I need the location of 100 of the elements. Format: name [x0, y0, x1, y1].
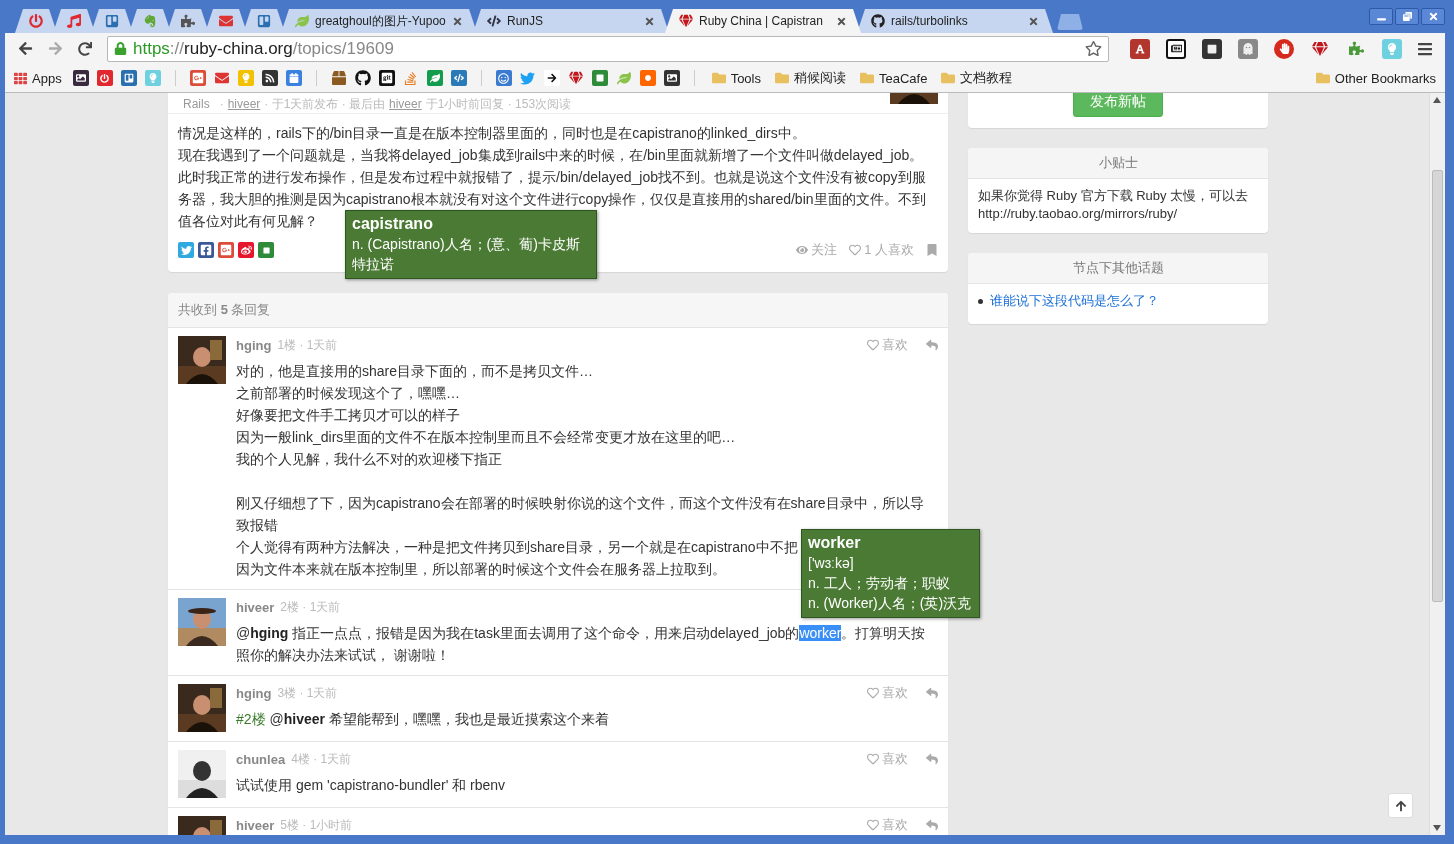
new-topic-button[interactable]: 发布新帖 — [1073, 93, 1163, 117]
like-link[interactable]: 喜欢 — [867, 336, 908, 354]
pinned-tab[interactable] — [167, 9, 209, 33]
close-icon[interactable] — [452, 15, 463, 27]
apps-bookmark[interactable]: Apps — [11, 68, 65, 88]
follow-link[interactable]: 关注 — [796, 241, 838, 259]
card-title: 节点下其他话题 — [968, 253, 1268, 284]
browser-tab[interactable]: greatghoul的图片-Yupoo — [281, 9, 477, 33]
reply-text: 我的个人见解，我什么不对的欢迎楼下指正 — [236, 450, 502, 469]
leaf-icon[interactable] — [426, 70, 443, 86]
square-icon[interactable] — [258, 242, 274, 258]
board-icon[interactable] — [120, 70, 137, 86]
close-button[interactable] — [1421, 8, 1445, 25]
board-icon — [105, 14, 119, 28]
reply-text: 之前部署的时候发现这个了，嘿嘿… — [236, 384, 460, 403]
tooltip-word: capistrano — [352, 214, 434, 234]
font-icon[interactable] — [1130, 38, 1150, 59]
gem-icon[interactable] — [567, 70, 584, 86]
author-link[interactable]: hiveer — [389, 95, 422, 113]
ghost-icon[interactable] — [1238, 38, 1258, 59]
google-plus-icon[interactable] — [189, 70, 206, 86]
folder-bookmark[interactable]: TeaCafe — [857, 68, 931, 88]
panel-icon[interactable] — [1202, 38, 1222, 59]
close-icon[interactable] — [836, 15, 847, 27]
like-link[interactable]: 喜欢 — [867, 816, 908, 834]
floor-link[interactable]: #2楼 — [236, 711, 266, 727]
rss-icon[interactable] — [261, 70, 278, 86]
post-paragraph: 值各位对此有何见解？ — [178, 212, 318, 231]
reply-icon[interactable] — [926, 819, 938, 831]
close-icon[interactable] — [1028, 15, 1039, 27]
browser-tab[interactable]: RunJS — [473, 9, 669, 33]
node-label[interactable]: Rails — [183, 95, 210, 113]
bookmark-icon[interactable] — [926, 244, 938, 256]
pinned-tab[interactable] — [243, 9, 285, 33]
reply-text: 致报错 — [236, 516, 278, 535]
weibo-icon[interactable] — [238, 242, 254, 258]
gem-icon — [679, 14, 693, 28]
tooltip-definition: n. (Capistrano)人名；(意、葡)卡皮斯特拉诺 — [352, 235, 581, 274]
scroll-top-button[interactable] — [1388, 793, 1413, 818]
close-icon[interactable] — [644, 15, 655, 27]
author-link[interactable]: hiveer — [227, 95, 261, 113]
heart-icon — [849, 244, 862, 256]
twitter-icon[interactable] — [519, 70, 536, 86]
replies-count: 共收到 5 条回复 — [168, 293, 948, 328]
box-icon[interactable] — [330, 70, 347, 86]
restore-icon — [1402, 12, 1412, 21]
code-icon[interactable] — [450, 70, 467, 86]
code-icon — [487, 14, 501, 28]
pinned-tab[interactable] — [129, 9, 171, 33]
hand-icon[interactable] — [1274, 38, 1294, 59]
minimize-button[interactable] — [1369, 8, 1393, 25]
browser-tab[interactable]: rails/turbolinks — [857, 9, 1053, 33]
reply-author[interactable]: hiveer — [236, 817, 275, 833]
pinned-tab[interactable] — [205, 9, 247, 33]
reply-info: 2楼 · 1天前 — [280, 598, 341, 616]
heart-icon — [867, 687, 879, 699]
browser-tab[interactable]: Ruby China | Capistran — [665, 9, 861, 33]
heart-icon — [867, 753, 879, 765]
git-icon[interactable] — [378, 70, 395, 86]
stack-icon[interactable] — [402, 70, 419, 86]
like-link[interactable]: 喜欢 — [867, 750, 908, 768]
star-icon[interactable] — [1085, 40, 1102, 57]
reply-text: 刚又仔细想了下，因为capistrano会在部署的时候映射你说的这个文件，而这个文件没有在share目录中，所以导 — [236, 494, 924, 513]
google-plus-icon[interactable] — [218, 242, 234, 258]
folder-bookmark[interactable]: 文档教程 — [938, 67, 1016, 89]
mail-icon[interactable] — [213, 70, 230, 86]
like-link[interactable]: 喜欢 — [867, 684, 908, 702]
lock-icon — [114, 42, 127, 55]
puzzle-icon — [181, 14, 195, 28]
folder-bookmark[interactable]: 稍候阅读 — [772, 67, 849, 89]
newspaper-icon[interactable] — [1166, 38, 1186, 59]
folder-icon — [860, 71, 874, 85]
calendar-icon[interactable] — [285, 70, 302, 86]
scrollbar[interactable] — [1429, 93, 1445, 835]
menu-icon — [1417, 40, 1433, 57]
power-icon[interactable] — [96, 70, 113, 86]
reply-icon[interactable] — [926, 339, 938, 351]
topic-link[interactable]: 谁能说下这段代码是怎么了？ — [990, 292, 1159, 310]
image-icon[interactable] — [663, 70, 680, 86]
pinned-tab[interactable] — [91, 9, 133, 33]
facebook-icon[interactable] — [198, 242, 214, 258]
folder-bookmark[interactable]: Tools — [708, 68, 764, 88]
image-icon[interactable] — [72, 70, 89, 86]
github-icon[interactable] — [354, 70, 371, 86]
board-icon — [257, 14, 271, 28]
reply-author[interactable]: chunlea — [236, 751, 286, 767]
tooltip-phonetic: ['wɜːkə] — [808, 554, 855, 573]
address-field[interactable]: https://ruby-china.org/topics/19609 — [107, 35, 1109, 62]
elephant-icon — [143, 14, 157, 28]
reply-author[interactable]: hging — [236, 337, 272, 353]
square-icon[interactable] — [591, 70, 608, 86]
reply-author[interactable]: hging — [236, 685, 272, 701]
like-link[interactable]: 1 人喜欢 — [849, 241, 914, 259]
reply-icon[interactable] — [926, 753, 938, 765]
reply-icon[interactable] — [926, 687, 938, 699]
smile-icon[interactable] — [495, 70, 512, 86]
restore-button[interactable] — [1395, 8, 1419, 25]
reply-author[interactable]: hiveer — [236, 599, 275, 615]
other-bookmarks[interactable]: Other Bookmarks — [1312, 68, 1439, 88]
meta-text: · 于1天前发布 · 最后由 — [264, 96, 386, 113]
